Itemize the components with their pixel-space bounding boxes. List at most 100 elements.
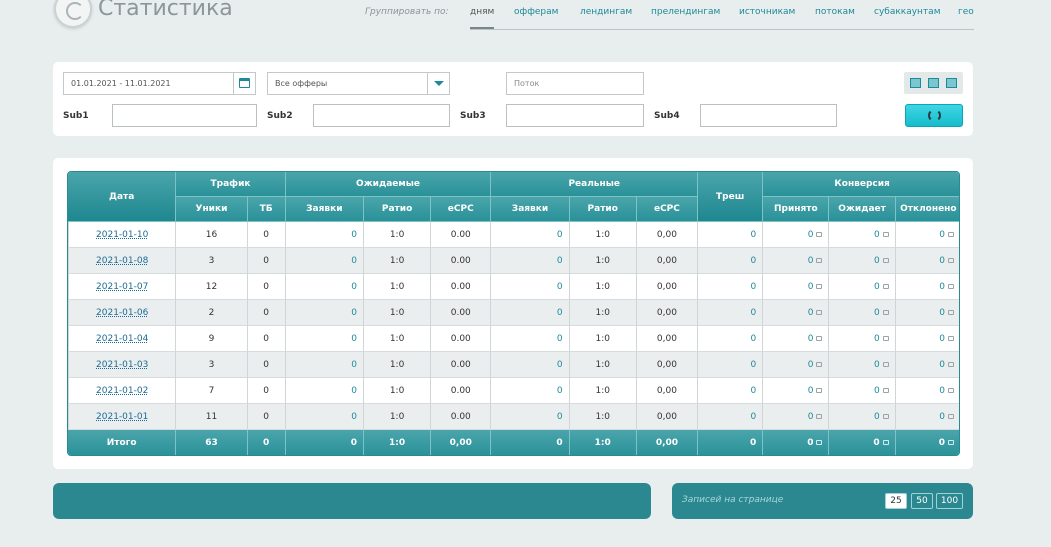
sub3-input[interactable] [506,104,644,127]
date-link[interactable]: 2021-01-08 [96,256,148,266]
comment-icon[interactable] [882,283,889,289]
cell-rejected[interactable]: 0 [895,248,959,274]
header-waiting[interactable]: Ожидает [829,197,896,222]
cell-real-leads[interactable]: 0 [491,248,570,274]
cell-date[interactable]: 2021-01-03 [68,352,177,378]
comment-icon[interactable] [882,440,889,445]
header-accepted[interactable]: Принято [763,197,830,222]
cell-rejected[interactable]: 0 [895,378,959,404]
comment-icon[interactable] [816,309,823,315]
cell-accepted[interactable]: 0 [763,378,830,404]
comment-icon[interactable] [882,387,889,393]
view-toggle-icon[interactable] [910,78,921,88]
stream-input[interactable]: Поток [506,72,644,95]
page-size-100[interactable]: 100 [936,493,963,509]
header-exp-ratio[interactable]: Ратио [363,197,432,222]
cell-exp-leads[interactable]: 0 [285,378,364,404]
comment-icon[interactable] [882,413,889,419]
offer-select[interactable]: Все офферы [267,72,450,95]
cell-waiting[interactable]: 0 [829,222,896,248]
cell-trash[interactable]: 0 [698,378,764,404]
cell-real-leads[interactable]: 0 [491,378,570,404]
comment-icon[interactable] [816,231,823,237]
cell-exp-leads[interactable]: 0 [285,352,364,378]
header-rejected[interactable]: Отклонено [895,197,959,222]
comment-icon[interactable] [816,440,823,445]
sub4-input[interactable] [700,104,837,127]
sub1-input[interactable] [112,104,257,127]
comment-icon[interactable] [816,387,823,393]
cell-real-leads[interactable]: 0 [491,222,570,248]
cell-accepted[interactable]: 0 [763,222,830,248]
offer-select-arrow[interactable] [427,73,449,94]
cell-rejected[interactable]: 0 [895,300,959,326]
cell-accepted[interactable]: 0 [763,274,830,300]
cell-trash[interactable]: 0 [698,274,764,300]
date-link[interactable]: 2021-01-06 [96,308,148,318]
calendar-button[interactable] [233,73,255,94]
cell-real-leads[interactable]: 0 [491,404,570,430]
comment-icon[interactable] [816,257,823,263]
cell-real-leads[interactable]: 0 [491,352,570,378]
comment-icon[interactable] [948,309,954,315]
cell-exp-leads[interactable]: 0 [285,404,364,430]
cell-waiting[interactable]: 0 [829,352,896,378]
cell-real-leads[interactable]: 0 [491,326,570,352]
cell-date[interactable]: 2021-01-08 [68,248,177,274]
comment-icon[interactable] [948,387,954,393]
comment-icon[interactable] [948,231,954,237]
cell-rejected[interactable]: 0 [895,404,959,430]
cell-exp-leads[interactable]: 0 [285,222,364,248]
cell-exp-leads[interactable]: 0 [285,326,364,352]
cell-trash[interactable]: 0 [698,404,764,430]
tab-subaccounts[interactable]: субаккаунтам [874,7,941,17]
comment-icon[interactable] [948,283,954,289]
comment-icon[interactable] [882,361,889,367]
date-link[interactable]: 2021-01-10 [96,230,148,240]
header-uniques[interactable]: Уники [176,197,248,222]
header-tb[interactable]: ТБ [247,197,286,222]
date-link[interactable]: 2021-01-04 [96,334,148,344]
refresh-button[interactable] [905,104,963,127]
cell-trash[interactable]: 0 [698,352,764,378]
comment-icon[interactable] [948,335,954,341]
cell-waiting[interactable]: 0 [829,274,896,300]
cell-trash[interactable]: 0 [698,222,764,248]
comment-icon[interactable] [882,335,889,341]
cell-exp-leads[interactable]: 0 [285,300,364,326]
tab-geo[interactable]: гео [958,7,974,17]
cell-date[interactable]: 2021-01-01 [68,404,177,430]
cell-trash[interactable]: 0 [698,326,764,352]
cell-real-leads[interactable]: 0 [491,300,570,326]
cell-accepted[interactable]: 0 [763,352,830,378]
page-size-25[interactable]: 25 [885,493,907,509]
cell-date[interactable]: 2021-01-07 [68,274,177,300]
comment-icon[interactable] [816,361,823,367]
tab-offers[interactable]: офферам [514,7,558,17]
cell-rejected[interactable]: 0 [895,352,959,378]
cell-exp-leads[interactable]: 0 [285,274,364,300]
cell-rejected[interactable]: 0 [895,274,959,300]
header-real-leads[interactable]: Заявки [491,197,570,222]
comment-icon[interactable] [948,361,954,367]
date-link[interactable]: 2021-01-01 [96,412,148,422]
cell-waiting[interactable]: 0 [829,404,896,430]
cell-accepted[interactable]: 0 [763,326,830,352]
header-real-ecpc[interactable]: eCPC [636,197,699,222]
date-link[interactable]: 2021-01-02 [96,386,148,396]
tab-landings[interactable]: лендингам [580,7,632,17]
comment-icon[interactable] [816,413,823,419]
cell-waiting[interactable]: 0 [829,248,896,274]
header-date[interactable]: Дата [68,172,177,222]
cell-rejected[interactable]: 0 [895,222,959,248]
comment-icon[interactable] [816,335,823,341]
cell-waiting[interactable]: 0 [829,378,896,404]
header-exp-leads[interactable]: Заявки [285,197,364,222]
cell-accepted[interactable]: 0 [763,248,830,274]
sub2-input[interactable] [313,104,450,127]
cell-rejected[interactable]: 0 [895,326,959,352]
cell-waiting[interactable]: 0 [829,326,896,352]
comment-icon[interactable] [948,413,954,419]
date-link[interactable]: 2021-01-03 [96,360,148,370]
cell-trash[interactable]: 0 [698,300,764,326]
